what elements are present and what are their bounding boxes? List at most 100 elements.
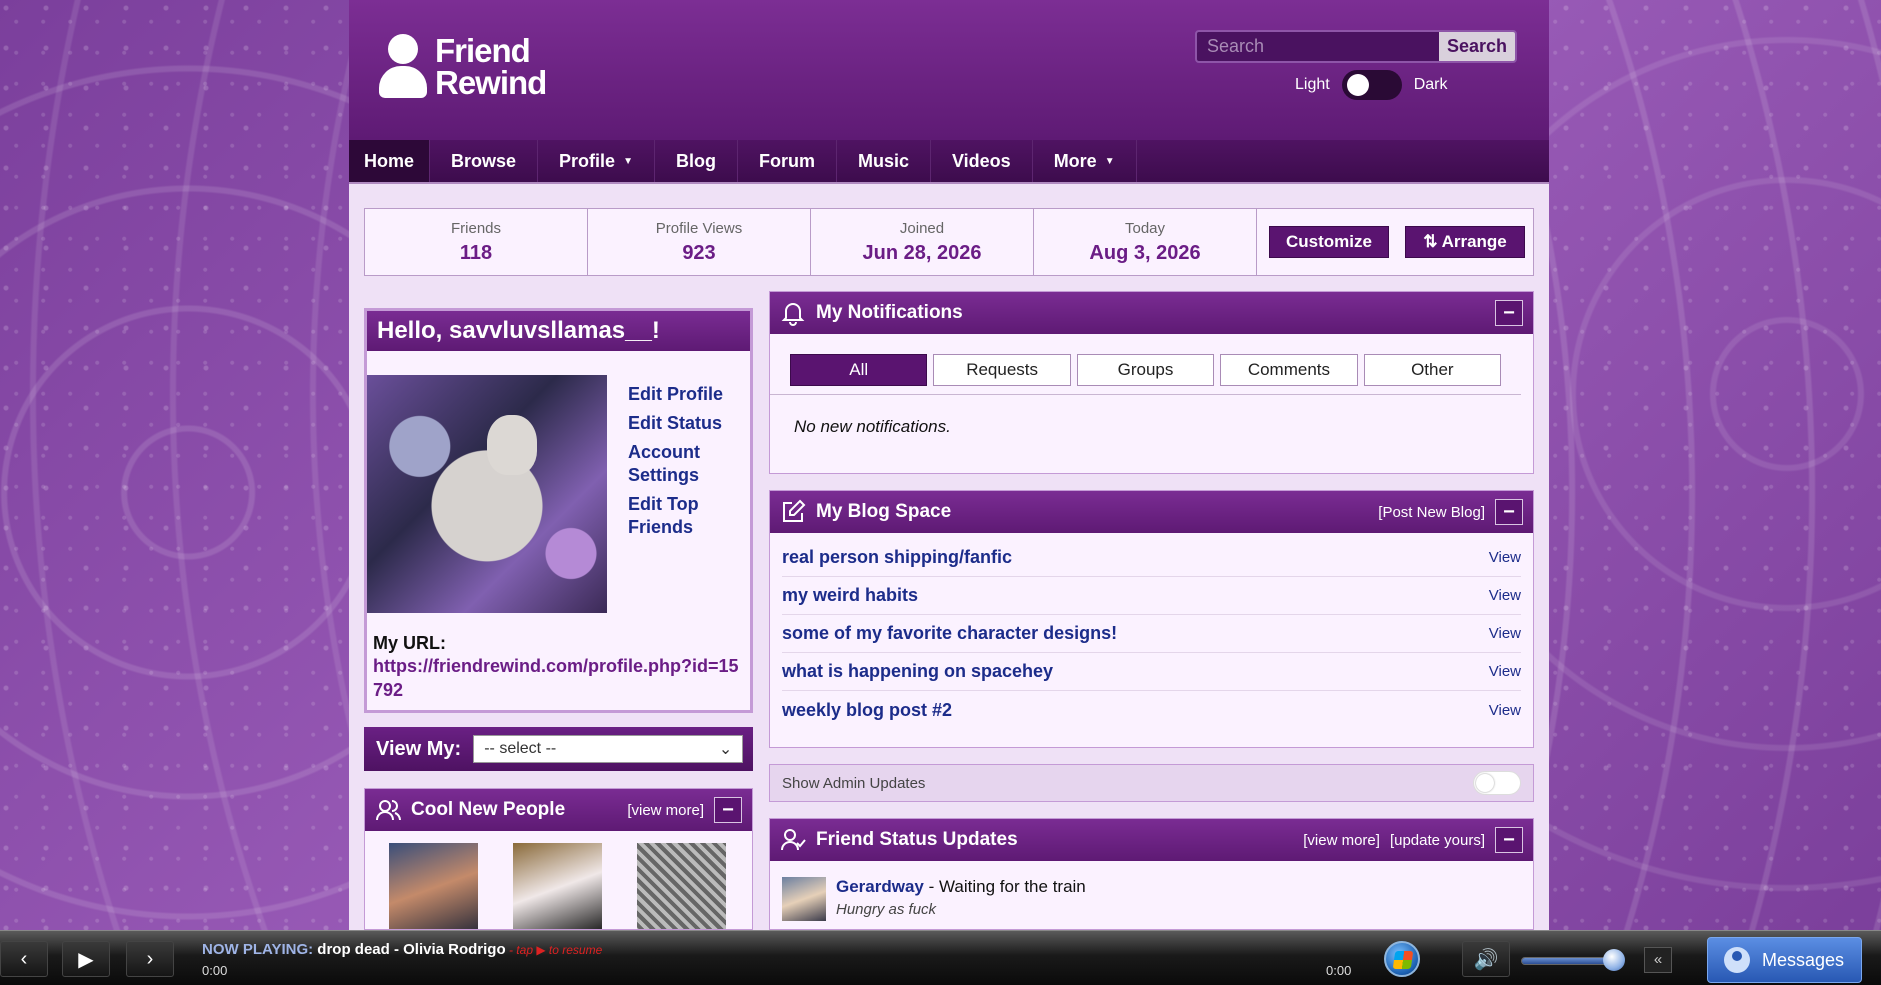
status-item: Gerardway - Waiting for the train Hungry… (770, 861, 1533, 929)
previous-track-button[interactable]: ‹ (0, 941, 48, 977)
edit-profile-link[interactable]: Edit Profile (628, 383, 743, 406)
post-new-blog-link[interactable]: [Post New Blog] (1378, 504, 1485, 521)
person-logo-icon (379, 34, 427, 100)
view-my-label: View My: (376, 737, 462, 760)
nav-browse[interactable]: Browse (430, 140, 539, 182)
now-playing: NOW PLAYING: drop dead - Olivia Rodrigo … (202, 941, 602, 958)
notification-tabs: All Requests Groups Comments Other (770, 334, 1521, 395)
tab-other[interactable]: Other (1363, 354, 1502, 386)
blog-view-link[interactable]: View (1489, 625, 1521, 642)
blog-view-link[interactable]: View (1489, 549, 1521, 566)
friend-name-link[interactable]: Gerardway (836, 877, 924, 896)
nav-forum[interactable]: Forum (738, 140, 837, 182)
site-logo[interactable]: Friend Rewind (379, 34, 547, 100)
stat-label: Friends (450, 220, 502, 237)
people-list (365, 831, 752, 929)
stat-value: 923 (682, 242, 716, 264)
llama-image (487, 415, 537, 475)
user-check-icon (781, 829, 806, 851)
nav-label: Music (857, 150, 909, 171)
collapse-button[interactable]: « (1644, 947, 1672, 973)
messages-button[interactable]: Messages (1707, 937, 1862, 983)
music-player: ‹ ▶ › NOW PLAYING: drop dead - Olivia Ro… (0, 930, 1881, 985)
theme-dark-label: Dark (1413, 76, 1448, 93)
blog-space-box: My Blog Space [Post New Blog] − real per… (769, 490, 1534, 748)
search-input[interactable] (1197, 32, 1439, 61)
minimize-button[interactable]: − (714, 797, 742, 823)
view-my-bar: View My: -- select -- ⌄ (364, 727, 753, 771)
update-yours-link[interactable]: [update yours] (1390, 832, 1485, 849)
nav-label: Profile (559, 150, 616, 171)
friend-status-header: Friend Status Updates [view more] [updat… (770, 819, 1533, 861)
blog-title-link[interactable]: what is happening on spacehey (782, 661, 1053, 682)
speaker-icon: 🔊 (1473, 948, 1499, 971)
stat-profile-views: Profile Views 923 (588, 209, 811, 275)
blog-space-title: My Blog Space (816, 501, 952, 522)
nav-music[interactable]: Music (837, 140, 931, 182)
main-nav: Home Browse Profile ▼ Blog Forum Music Vi… (349, 140, 1549, 184)
next-track-button[interactable]: › (126, 941, 174, 977)
nav-profile[interactable]: Profile ▼ (538, 140, 655, 182)
messages-label: Messages (1762, 949, 1845, 970)
nav-videos[interactable]: Videos (931, 140, 1033, 182)
volume-button[interactable]: 🔊 (1462, 941, 1510, 977)
volume-knob[interactable] (1603, 949, 1625, 971)
nav-more[interactable]: More ▼ (1033, 140, 1137, 182)
hello-title: Hello, savvluvsllamas__! (367, 311, 750, 351)
edit-top-friends-link[interactable]: Edit Top Friends (628, 493, 743, 539)
profile-avatar[interactable] (367, 375, 607, 613)
profile-links: Edit Profile Edit Status Account Setting… (628, 383, 743, 545)
blog-view-link[interactable]: View (1489, 702, 1521, 719)
blog-title-link[interactable]: my weird habits (782, 585, 918, 606)
minimize-button[interactable]: − (1495, 827, 1523, 853)
nav-label: Blog (675, 150, 716, 171)
person-thumbnail[interactable] (389, 843, 478, 929)
blog-view-link[interactable]: View (1489, 663, 1521, 680)
stat-joined: Joined Jun 28, 2026 (811, 209, 1034, 275)
play-button[interactable]: ▶ (62, 941, 110, 977)
nav-label: Videos (951, 150, 1011, 171)
minimize-button[interactable]: − (1495, 499, 1523, 525)
account-settings-link[interactable]: Account Settings (628, 441, 743, 487)
edit-status-link[interactable]: Edit Status (628, 412, 743, 435)
arrange-button[interactable]: ⇅ Arrange (1405, 226, 1525, 258)
admin-updates-toggle[interactable] (1473, 771, 1521, 795)
view-more-link[interactable]: [view more] (1303, 832, 1380, 849)
person-thumbnail[interactable] (637, 843, 726, 929)
customize-button[interactable]: Customize (1269, 226, 1389, 258)
tab-all[interactable]: All (790, 354, 928, 386)
blog-title-link[interactable]: some of my favorite character designs! (782, 623, 1117, 644)
nav-blog[interactable]: Blog (655, 140, 738, 182)
search-button[interactable]: Search (1439, 32, 1515, 61)
nav-home[interactable]: Home (349, 140, 431, 182)
stat-label: Joined (899, 220, 945, 237)
theme-toggle[interactable] (1341, 70, 1402, 100)
stat-value: 118 (459, 242, 493, 264)
nav-label: More (1053, 150, 1097, 171)
tab-groups[interactable]: Groups (1076, 354, 1215, 386)
admin-updates-bar: Show Admin Updates (769, 764, 1534, 802)
blog-row: some of my favorite character designs! V… (782, 615, 1521, 653)
blog-title-link[interactable]: real person shipping/fanfic (782, 547, 1012, 568)
chevron-down-icon: ⌄ (718, 741, 733, 758)
friend-avatar[interactable] (782, 877, 826, 921)
view-my-select[interactable]: -- select -- ⌄ (473, 735, 744, 763)
tab-requests[interactable]: Requests (933, 354, 1071, 386)
blog-title-link[interactable]: weekly blog post #2 (782, 700, 952, 721)
stat-label: Profile Views (655, 220, 743, 237)
blog-view-link[interactable]: View (1489, 587, 1521, 604)
caret-down-icon: ▼ (1104, 155, 1115, 167)
my-url: My URL: https://friendrewind.com/profile… (373, 633, 743, 702)
person-thumbnail[interactable] (513, 843, 602, 929)
cool-new-people-box: Cool New People [view more] − (364, 788, 753, 930)
windows-orb-icon[interactable] (1384, 941, 1420, 977)
minimize-button[interactable]: − (1495, 300, 1523, 326)
view-more-link[interactable]: [view more] (627, 802, 704, 819)
my-url-link[interactable]: https://friendrewind.com/profile.php?id=… (373, 654, 743, 702)
theme-toggle-group: Light Dark (1295, 70, 1447, 100)
main-page: Friend Rewind Search Light Dark Home Bro… (349, 0, 1549, 930)
tab-comments[interactable]: Comments (1220, 354, 1358, 386)
time-total: 0:00 (1326, 963, 1352, 978)
toggle-knob (1476, 774, 1494, 792)
now-playing-label: NOW PLAYING: (202, 941, 314, 958)
